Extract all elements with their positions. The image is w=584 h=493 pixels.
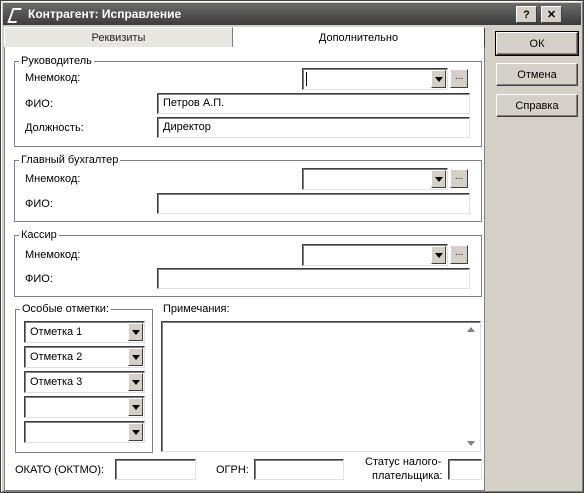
manager-fio-field[interactable]: Петров А.П. bbox=[157, 93, 470, 114]
scroll-up-icon[interactable] bbox=[467, 327, 475, 332]
chevron-down-icon[interactable] bbox=[128, 323, 143, 341]
help-title-button[interactable]: ? bbox=[516, 6, 537, 23]
tab-strip: Реквизиты Дополнительно bbox=[4, 27, 485, 48]
mark-combo-2[interactable]: Отметка 2 bbox=[24, 346, 145, 368]
accountant-mnemo-combo[interactable] bbox=[302, 168, 448, 190]
cashier-mnemo-combo[interactable] bbox=[302, 244, 448, 266]
accountant-legend: Главный бухгалтер bbox=[21, 154, 119, 166]
mark-combo-1[interactable]: Отметка 1 bbox=[24, 321, 145, 343]
chevron-down-icon[interactable] bbox=[128, 423, 143, 441]
chevron-down-icon[interactable] bbox=[431, 170, 446, 188]
taxpayer-status-label-line2: плательщика: bbox=[372, 470, 443, 482]
taxpayer-status-field[interactable] bbox=[448, 459, 482, 480]
title-bar[interactable]: Контрагент: Исправление ? ✕ bbox=[3, 3, 581, 25]
chevron-down-icon[interactable] bbox=[128, 398, 143, 416]
text-caret bbox=[306, 72, 307, 86]
mark-combo-4[interactable] bbox=[24, 396, 145, 418]
cashier-legend: Кассир bbox=[21, 229, 57, 241]
mark-combo-3[interactable]: Отметка 3 bbox=[24, 371, 145, 393]
manager-legend: Руководитель bbox=[21, 55, 92, 67]
manager-mnemo-combo[interactable] bbox=[302, 68, 448, 90]
manager-position-label: Должность: bbox=[25, 122, 84, 134]
cancel-button[interactable]: Отмена bbox=[496, 63, 578, 86]
manager-position-field[interactable]: Директор bbox=[157, 117, 470, 138]
notes-textarea[interactable] bbox=[161, 321, 481, 452]
tab-additional[interactable]: Дополнительно bbox=[233, 27, 485, 48]
manager-fio-label: ФИО: bbox=[25, 98, 53, 110]
close-icon[interactable]: ✕ bbox=[541, 6, 562, 23]
accountant-mnemo-browse-button[interactable]: ... bbox=[450, 169, 468, 188]
help-button[interactable]: Справка bbox=[496, 94, 578, 117]
cashier-mnemo-browse-button[interactable]: ... bbox=[450, 245, 468, 264]
ogrn-field[interactable] bbox=[254, 459, 344, 480]
mark-combo-5[interactable] bbox=[24, 421, 145, 443]
accountant-mnemo-label: Мнемокод: bbox=[25, 173, 81, 185]
manager-mnemo-label: Мнемокод: bbox=[25, 72, 81, 84]
cashier-fio-field[interactable] bbox=[157, 268, 470, 289]
notes-label: Примечания: bbox=[163, 303, 230, 315]
chevron-down-icon[interactable] bbox=[128, 348, 143, 366]
scroll-down-icon[interactable] bbox=[467, 441, 475, 446]
accountant-fio-label: ФИО: bbox=[25, 198, 53, 210]
app-icon bbox=[8, 7, 22, 21]
taxpayer-status-label-line1: Статус налого- bbox=[365, 456, 442, 468]
notes-scrollbar[interactable] bbox=[463, 323, 479, 450]
window-title: Контрагент: Исправление bbox=[28, 7, 182, 21]
okato-field[interactable] bbox=[115, 459, 196, 480]
chevron-down-icon[interactable] bbox=[431, 246, 446, 264]
ogrn-label: ОГРН: bbox=[216, 464, 249, 476]
chevron-down-icon[interactable] bbox=[431, 70, 446, 88]
chevron-down-icon[interactable] bbox=[128, 373, 143, 391]
accountant-fio-field[interactable] bbox=[157, 193, 470, 214]
ok-button[interactable]: ОК bbox=[495, 31, 579, 56]
cashier-fio-label: ФИО: bbox=[25, 273, 53, 285]
marks-legend: Особые отметки: bbox=[22, 303, 109, 315]
okato-label: ОКАТО (ОКТМО): bbox=[15, 464, 105, 476]
tab-requisites[interactable]: Реквизиты bbox=[4, 27, 233, 48]
manager-mnemo-browse-button[interactable]: ... bbox=[450, 69, 468, 88]
dialog-window: Контрагент: Исправление ? ✕ Реквизиты До… bbox=[0, 0, 584, 493]
cashier-mnemo-label: Мнемокод: bbox=[25, 249, 81, 261]
